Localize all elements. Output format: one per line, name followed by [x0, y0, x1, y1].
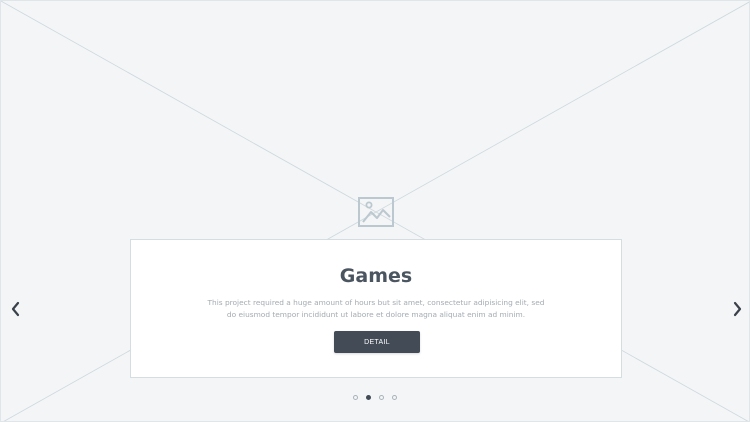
next-slide-button[interactable] — [730, 300, 744, 318]
pagination-dot[interactable] — [366, 395, 371, 400]
chevron-right-icon — [733, 301, 742, 317]
pagination-dot[interactable] — [392, 395, 397, 400]
pagination-dot[interactable] — [353, 395, 358, 400]
chevron-left-icon — [11, 301, 20, 317]
slide-card: Games This project required a huge amoun… — [130, 239, 622, 378]
slide-description: This project required a huge amount of h… — [207, 298, 545, 319]
carousel-slide: Games This project required a huge amoun… — [0, 0, 750, 422]
pagination-dot[interactable] — [379, 395, 384, 400]
pagination-dots — [353, 395, 397, 401]
image-icon — [358, 197, 394, 227]
prev-slide-button[interactable] — [9, 300, 23, 318]
detail-button[interactable]: DETAIL — [334, 331, 420, 353]
slide-title: Games — [339, 265, 413, 287]
